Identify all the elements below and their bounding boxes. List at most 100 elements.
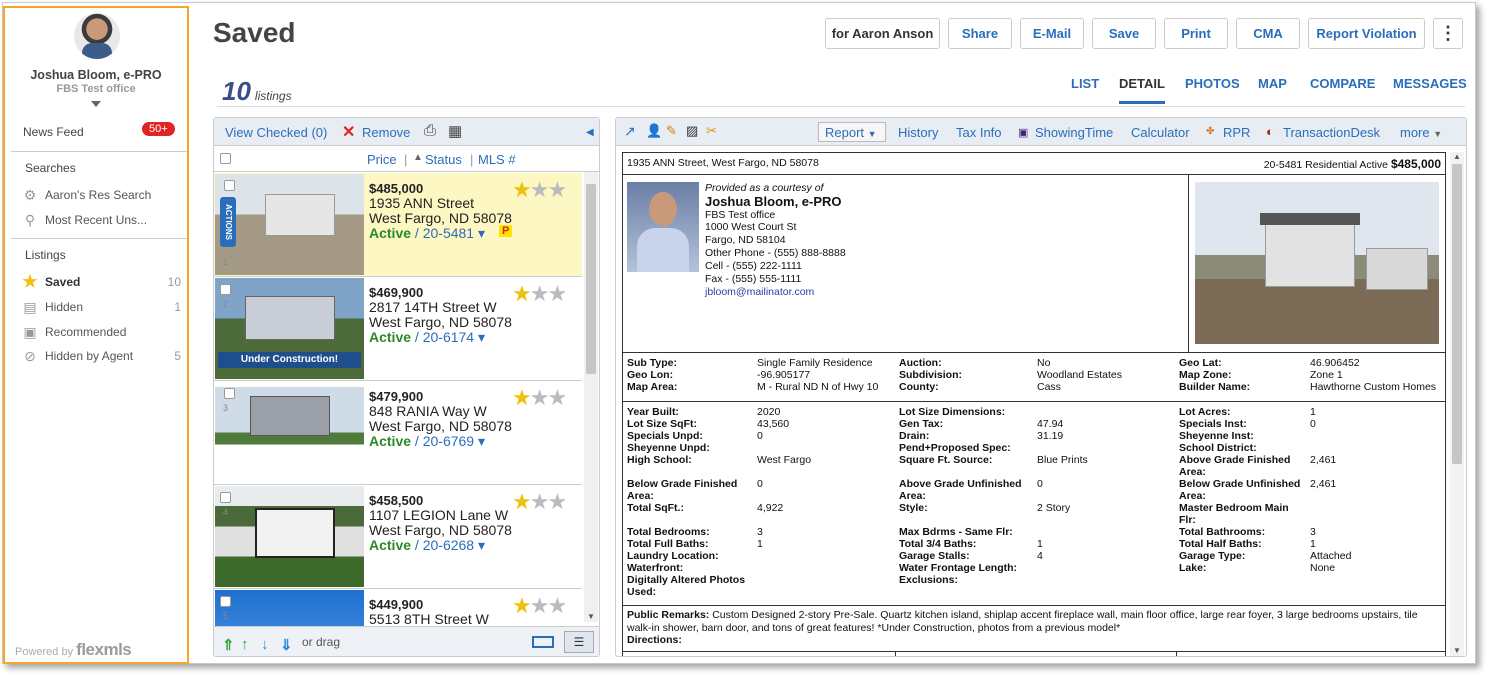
saved-search-icon: ⚙ [23,187,37,203]
listing-row[interactable]: Under Construction! 2 $469,900 2817 14TH… [214,277,582,381]
rating-stars[interactable]: ★★★ [512,281,567,307]
sidebar-item-hidden[interactable]: ▤ Hidden 1 [21,298,181,316]
listing-photo[interactable] [215,486,364,587]
move-down-icon[interactable]: ↓ [261,636,269,653]
tab-detail[interactable]: DETAIL [1119,76,1165,104]
field-label: Lot Size SqFt: [627,418,697,430]
view-list-icon[interactable]: ☰ [564,631,594,653]
print-icon[interactable]: ⎙ [424,122,436,139]
scroll-down-icon[interactable]: ▼ [1453,646,1461,655]
listing-checkbox[interactable] [220,284,231,295]
field-value: 2,461 [1310,478,1337,490]
listing-photo[interactable] [215,382,364,483]
detail-scrollbar[interactable]: ▲ ▼ [1450,152,1464,656]
email-button[interactable]: E-Mail [1020,18,1084,49]
listing-photo[interactable]: Under Construction! [215,278,364,379]
report-header-right: 20-5481 Residential Active $485,000 [1264,157,1441,171]
tools-icon[interactable]: ✂ [706,123,717,139]
more-menu-icon[interactable]: ⋮ [1433,18,1463,49]
select-all-checkbox[interactable] [220,153,231,164]
scrollbar-thumb[interactable] [586,184,596,374]
sidebar-item-most-recent[interactable]: ⚲ Most Recent Uns... [21,211,181,229]
tab-map[interactable]: MAP [1258,76,1287,91]
scroll-up-icon[interactable]: ▲ [1453,152,1461,161]
mls-number[interactable]: 20-5481 [423,225,474,241]
view-checked-link[interactable]: View Checked (0) [225,125,327,140]
listing-street: 1107 LEGION Lane W [369,507,509,523]
scroll-down-icon[interactable]: ▼ [587,612,595,621]
history-link[interactable]: History [898,125,938,140]
sidebar-item-saved[interactable]: ★ Saved 10 [21,273,181,291]
tab-compare[interactable]: COMPARE [1310,76,1375,91]
detail-toolbar: ↗ 👤 ✎ ▨ ✂ Report ▼ History Tax Info ▣ Sh… [616,118,1466,146]
listing-row[interactable]: 3 $479,900 848 RANIA Way W West Fargo, N… [214,381,582,485]
rating-stars[interactable]: ★★★ [512,177,567,203]
share-button[interactable]: Share [948,18,1012,49]
contact-icon[interactable]: 👤 [646,123,662,139]
report-violation-button[interactable]: Report Violation [1308,18,1425,49]
remove-link[interactable]: Remove [362,125,410,140]
move-top-icon[interactable]: ⇑ [222,636,235,654]
listing-row[interactable]: 4 $458,500 1107 LEGION Lane W West Fargo… [214,485,582,589]
notes-icon[interactable]: ✎ [666,123,677,139]
more-dropdown[interactable]: more ▼ [1400,125,1442,140]
listing-row[interactable]: ACTIONS 1 $485,000 1935 ANN Street West … [214,173,582,277]
report-email-link[interactable]: jbloom@mailinator.com [705,286,814,298]
sort-status[interactable]: Status [425,152,462,167]
listing-checkbox[interactable] [224,388,235,399]
view-thumbnail-icon[interactable] [532,636,554,648]
field-value: 1 [757,538,763,550]
report-fax: Fax - (555) 555-1111 [705,273,802,285]
column-sep: | [470,152,474,167]
field-label: Map Area: [627,381,678,393]
rating-stars[interactable]: ★★★ [512,489,567,515]
rpr-link[interactable]: RPR [1223,125,1250,140]
house-photo [250,396,330,436]
mls-number[interactable]: 20-6268 [423,537,474,553]
mls-number[interactable]: 20-6174 [423,329,474,345]
sort-price[interactable]: Price [367,152,397,167]
scrollbar-thumb[interactable] [1452,164,1462,464]
actions-button[interactable]: ACTIONS [220,197,236,247]
listing-photo[interactable] [215,590,364,626]
chevron-down-icon[interactable] [91,101,101,107]
divider [895,651,896,656]
collapse-left-icon[interactable]: ◀ [586,127,594,138]
house-photo [255,508,335,558]
avatar[interactable] [74,13,120,59]
sidebar-item-aarons-res-search[interactable]: ⚙ Aaron's Res Search [21,186,181,204]
listing-checkbox[interactable] [220,596,231,607]
sidebar-item-recommended[interactable]: ▣ Recommended [21,323,181,341]
showingtime-link[interactable]: ShowingTime [1035,125,1113,140]
agent-name[interactable]: Joshua Bloom, e-PRO [5,68,187,82]
tab-photos[interactable]: PHOTOS [1185,76,1240,91]
save-icon[interactable]: ▦ [448,122,462,140]
move-bottom-icon[interactable]: ⇓ [280,636,293,654]
save-button[interactable]: Save [1092,18,1156,49]
listing-photo[interactable] [215,174,364,275]
listing-checkbox[interactable] [220,492,231,503]
listing-row[interactable]: 5 $449,900 5513 8TH Street W ★★★ [214,589,582,626]
report-dropdown[interactable]: Report ▼ [818,122,886,142]
rating-stars[interactable]: ★★★ [512,385,567,411]
transactiondesk-link[interactable]: TransactionDesk [1283,125,1380,140]
move-up-icon[interactable]: ↑ [241,636,249,653]
tab-messages[interactable]: MESSAGES [1393,76,1467,91]
field-value: 1 [1310,406,1316,418]
sort-mls[interactable]: MLS # [478,152,516,167]
rating-stars[interactable]: ★★★ [512,593,567,619]
list-scrollbar[interactable]: ▼ [584,172,598,622]
tax-info-link[interactable]: Tax Info [956,125,1002,140]
mls-number[interactable]: 20-6769 [423,433,474,449]
external-link-icon[interactable]: ↗ [624,123,636,140]
for-client-button[interactable]: for Aaron Anson [825,18,940,49]
photo-icon[interactable]: ▨ [686,123,698,139]
sidebar-item-hidden-by-agent[interactable]: ⊘ Hidden by Agent 5 [21,347,181,365]
print-button[interactable]: Print [1164,18,1228,49]
tab-list[interactable]: LIST [1071,76,1099,91]
calculator-link[interactable]: Calculator [1131,125,1190,140]
close-icon[interactable]: ✕ [342,122,355,142]
news-feed-link[interactable]: News Feed [23,125,84,139]
cma-button[interactable]: CMA [1236,18,1300,49]
listing-checkbox[interactable] [224,180,235,191]
